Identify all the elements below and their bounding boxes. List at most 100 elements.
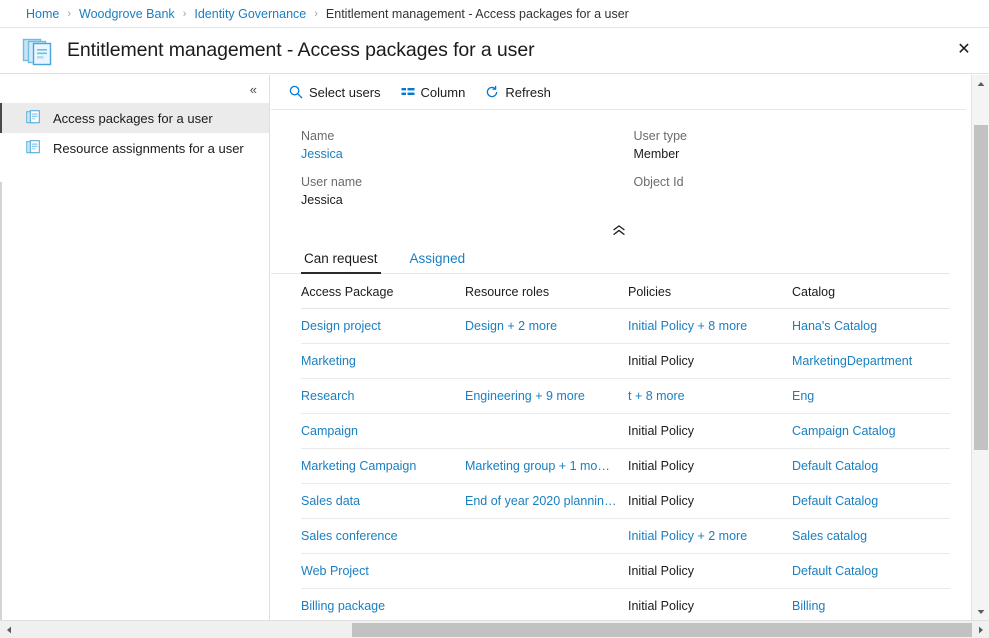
user-info-field-object-id: Object Id: [634, 173, 967, 209]
horizontal-scrollbar[interactable]: [0, 620, 989, 638]
table-row: Marketing Initial Policy MarketingDepartme…: [301, 344, 950, 379]
user-info-collapse-button[interactable]: [271, 225, 966, 239]
cell-link-catalog[interactable]: Billing: [792, 599, 825, 613]
cell-link-policies[interactable]: Initial Policy + 2 more: [628, 529, 747, 543]
cell-link-resource-roles[interactable]: End of year 2020 plannin…: [465, 494, 617, 508]
horizontal-scrollbar-thumb[interactable]: [352, 623, 972, 637]
user-info-field-name: Name Jessica: [301, 127, 634, 163]
cell-link-catalog[interactable]: Default Catalog: [792, 459, 878, 473]
table-cell-access-package: Sales data: [301, 484, 465, 519]
refresh-icon: [485, 85, 499, 99]
cell-link-policies[interactable]: Initial Policy + 8 more: [628, 319, 747, 333]
breadcrumb-item-home[interactable]: Home: [26, 7, 59, 21]
cell-text-policies: Initial Policy: [628, 599, 694, 613]
cell-link-access-package[interactable]: Sales conference: [301, 529, 398, 543]
tab-label: Can request: [304, 251, 378, 266]
table-cell-access-package: Marketing: [301, 344, 465, 379]
cell-link-access-package[interactable]: Billing package: [301, 599, 385, 613]
column-header-resource-roles[interactable]: Resource roles: [465, 274, 628, 309]
cell-link-access-package[interactable]: Web Project: [301, 564, 369, 578]
cell-link-access-package[interactable]: Campaign: [301, 424, 358, 438]
tab-bar: Can request Assigned: [271, 243, 950, 274]
sidebar: « Access packages for a user: [0, 75, 270, 620]
breadcrumb-separator-icon: ›: [183, 8, 187, 20]
user-info-panel: Name Jessica User name Jessica User type…: [271, 110, 966, 243]
left-edge-divider: [0, 182, 2, 620]
scroll-right-arrow-icon[interactable]: [972, 621, 989, 638]
table-cell-policies: Initial Policy: [628, 414, 792, 449]
table-cell-catalog: Eng: [792, 379, 950, 414]
breadcrumb-item-identity-governance[interactable]: Identity Governance: [194, 7, 306, 21]
user-info-column-right: User type Member Object Id: [634, 127, 967, 219]
access-packages-icon: [22, 36, 56, 66]
access-packages-table-wrapper: Access Package Resource roles Policies C…: [271, 274, 966, 624]
field-value-object-id: [634, 191, 967, 209]
table-cell-resource-roles: Design + 2 more: [465, 309, 628, 344]
table-cell-catalog: Default Catalog: [792, 554, 950, 589]
table-cell-access-package: Research: [301, 379, 465, 414]
table-cell-resource-roles: End of year 2020 plannin…: [465, 484, 628, 519]
column-label: Column: [421, 85, 466, 100]
cell-text-policies: Initial Policy: [628, 459, 694, 473]
table-cell-policies: Initial Policy: [628, 589, 792, 624]
cell-link-access-package[interactable]: Design project: [301, 319, 381, 333]
column-header-policies[interactable]: Policies: [628, 274, 792, 309]
vertical-scrollbar-thumb[interactable]: [974, 125, 988, 450]
field-value-user-name: Jessica: [301, 191, 634, 209]
select-users-button[interactable]: Select users: [289, 79, 381, 105]
cell-link-catalog[interactable]: Campaign Catalog: [792, 424, 896, 438]
cell-link-catalog[interactable]: Hana's Catalog: [792, 319, 877, 333]
cell-link-catalog[interactable]: Default Catalog: [792, 494, 878, 508]
cell-text-policies: Initial Policy: [628, 354, 694, 368]
chevron-double-left-icon: «: [250, 82, 257, 97]
table-cell-catalog: Default Catalog: [792, 484, 950, 519]
scroll-up-arrow-icon[interactable]: [972, 75, 989, 92]
cell-link-access-package[interactable]: Marketing Campaign: [301, 459, 416, 473]
field-value-name[interactable]: Jessica: [301, 145, 634, 163]
page-header: Entitlement management - Access packages…: [0, 28, 989, 74]
sidebar-collapse-button[interactable]: «: [0, 75, 269, 103]
refresh-button[interactable]: Refresh: [485, 79, 551, 105]
cell-link-catalog[interactable]: MarketingDepartment: [792, 354, 912, 368]
sidebar-item-label: Access packages for a user: [53, 111, 213, 126]
cell-link-access-package[interactable]: Marketing: [301, 354, 356, 368]
table-cell-resource-roles: Engineering + 9 more: [465, 379, 628, 414]
table-cell-policies: Initial Policy: [628, 344, 792, 379]
scroll-left-arrow-icon[interactable]: [0, 621, 17, 638]
tab-can-request[interactable]: Can request: [301, 251, 381, 273]
column-button[interactable]: Column: [401, 79, 466, 105]
vertical-scrollbar[interactable]: [971, 75, 989, 620]
cell-link-catalog[interactable]: Sales catalog: [792, 529, 867, 543]
table-row: Billing package Initial Policy Billing: [301, 589, 950, 624]
cell-link-policies[interactable]: t + 8 more: [628, 389, 685, 403]
documents-icon: [26, 139, 42, 158]
table-row: Design project Design + 2 more Initial Pol…: [301, 309, 950, 344]
cell-link-catalog[interactable]: Default Catalog: [792, 564, 878, 578]
tab-label: Assigned: [410, 251, 466, 266]
close-icon[interactable]: ✕: [947, 34, 981, 66]
sidebar-item-access-packages-for-a-user[interactable]: Access packages for a user: [0, 103, 269, 133]
column-header-catalog[interactable]: Catalog: [792, 274, 950, 309]
cell-link-resource-roles[interactable]: Engineering + 9 more: [465, 389, 585, 403]
breadcrumb-separator-icon: ›: [67, 8, 71, 20]
cell-link-catalog[interactable]: Eng: [792, 389, 814, 403]
cell-link-resource-roles[interactable]: Marketing group + 1 mo…: [465, 459, 610, 473]
column-header-access-package[interactable]: Access Package: [301, 274, 465, 309]
tab-assigned[interactable]: Assigned: [407, 251, 469, 273]
page-title: Entitlement management - Access packages…: [67, 39, 534, 62]
cell-link-access-package[interactable]: Research: [301, 389, 355, 403]
cell-text-policies: Initial Policy: [628, 494, 694, 508]
table-cell-access-package: Campaign: [301, 414, 465, 449]
columns-icon: [401, 85, 415, 99]
sidebar-item-resource-assignments-for-a-user[interactable]: Resource assignments for a user: [0, 133, 269, 163]
cell-link-resource-roles[interactable]: Design + 2 more: [465, 319, 557, 333]
documents-icon: [26, 109, 42, 128]
table-header-row: Access Package Resource roles Policies C…: [301, 274, 950, 309]
table-cell-catalog: Billing: [792, 589, 950, 624]
cell-link-access-package[interactable]: Sales data: [301, 494, 360, 508]
table-cell-catalog: Hana's Catalog: [792, 309, 950, 344]
breadcrumb-item-woodgrove-bank[interactable]: Woodgrove Bank: [79, 7, 175, 21]
scroll-down-arrow-icon[interactable]: [972, 603, 989, 620]
app-window: Home › Woodgrove Bank › Identity Governa…: [0, 0, 989, 638]
table-cell-resource-roles: [465, 344, 628, 379]
